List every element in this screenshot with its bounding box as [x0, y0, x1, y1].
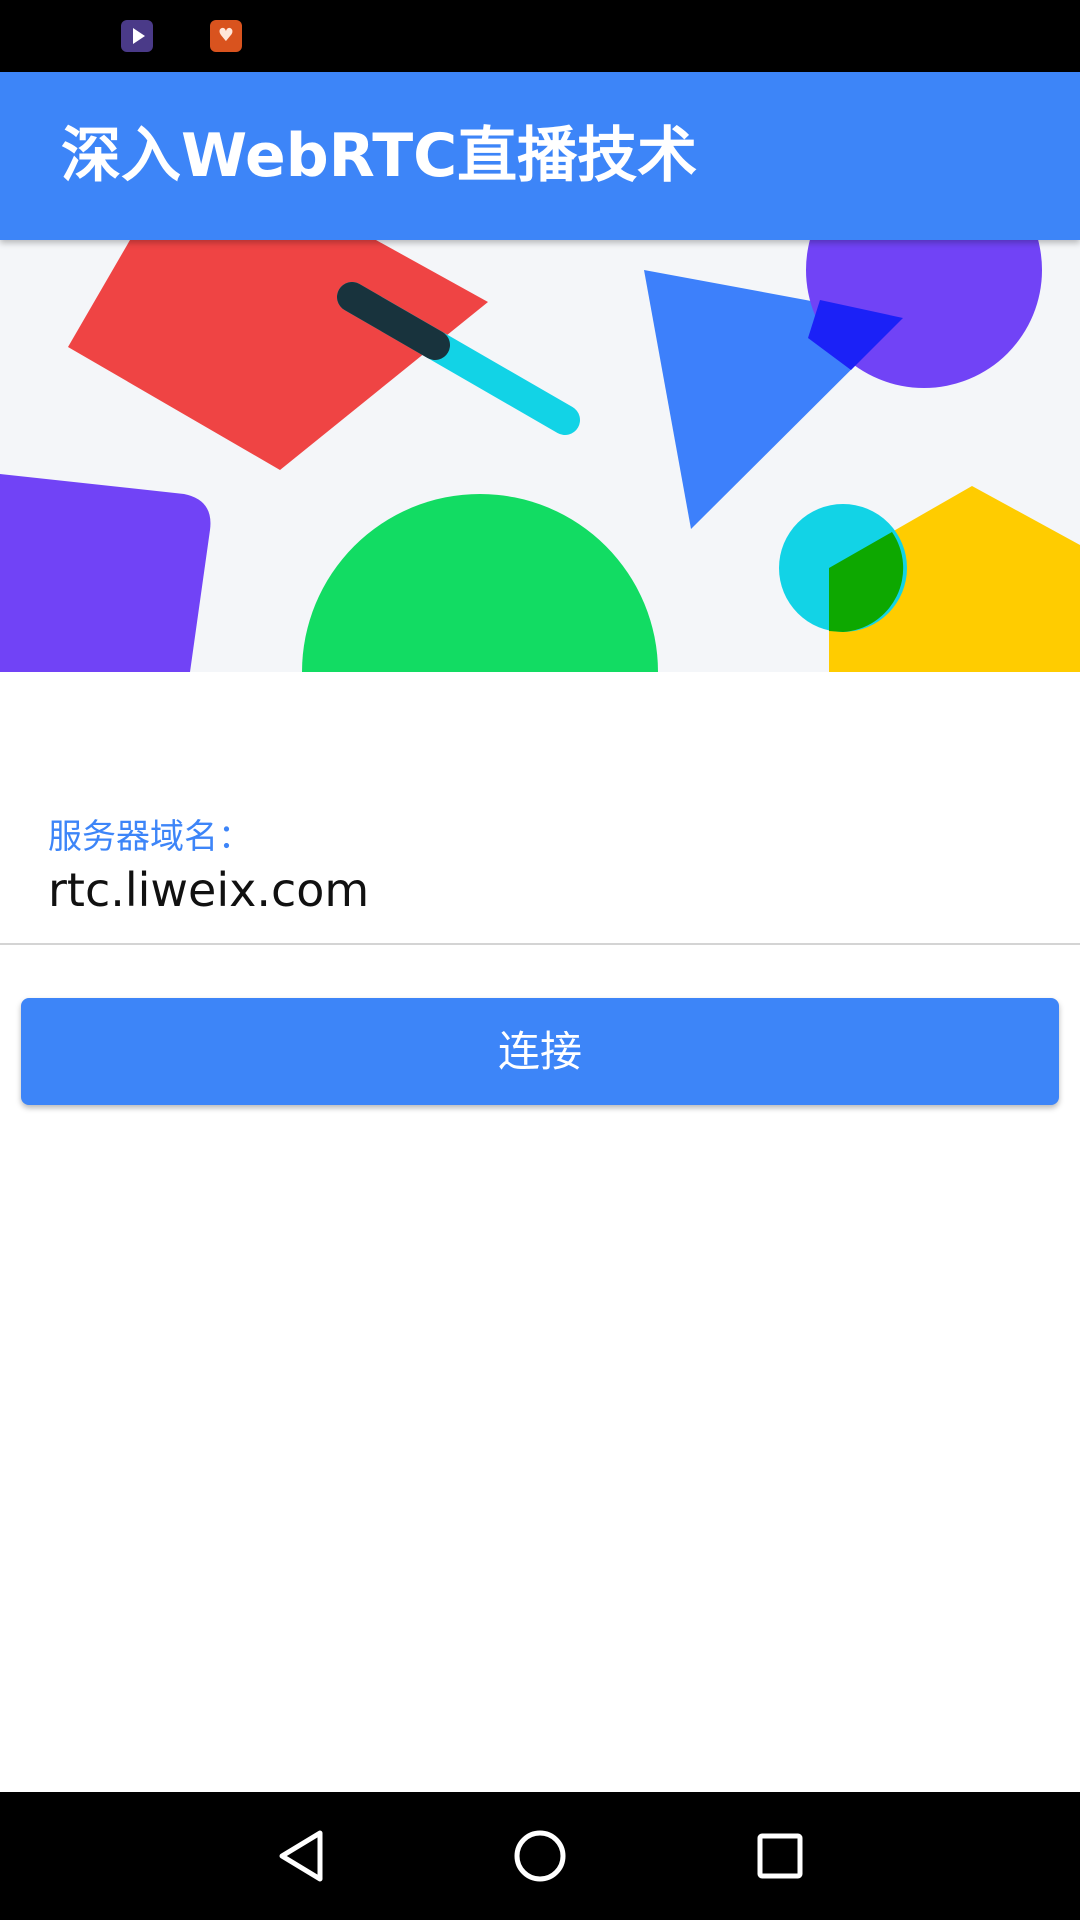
navigation-bar — [0, 1792, 1080, 1920]
home-icon[interactable] — [496, 1812, 584, 1900]
recents-icon[interactable] — [736, 1812, 824, 1900]
connect-button[interactable]: 连接 — [21, 998, 1059, 1105]
back-icon[interactable] — [256, 1812, 344, 1900]
app-bar: 深入WebRTC直播技术 — [0, 72, 1080, 240]
server-domain-label: 服务器域名： — [48, 817, 252, 857]
purple-rounded-shape — [0, 474, 211, 672]
video-app-icon — [121, 20, 153, 52]
server-domain-input[interactable] — [48, 860, 1048, 920]
server-domain-field: 服务器域名： — [0, 672, 1080, 946]
app-title: 深入WebRTC直播技术 — [61, 121, 698, 191]
input-underline — [0, 943, 1080, 945]
status-bar — [0, 0, 1080, 72]
hero-illustration — [0, 240, 1080, 672]
health-app-icon — [210, 20, 242, 52]
geometric-shapes-graphic — [0, 240, 1080, 672]
